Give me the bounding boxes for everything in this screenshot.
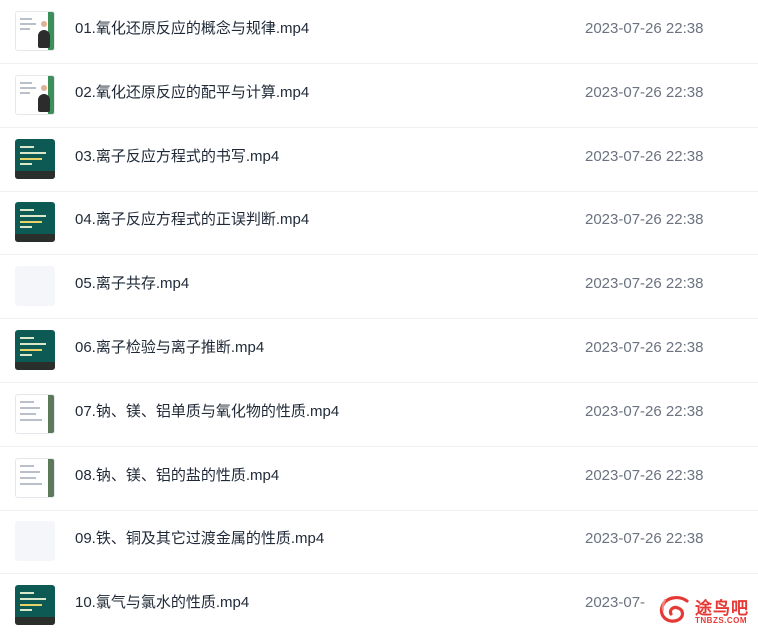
file-row[interactable]: 07.钠、镁、铝单质与氧化物的性质.mp4 2023-07-26 22:38 [0, 383, 758, 447]
file-name[interactable]: 03.离子反应方程式的书写.mp4 [75, 147, 279, 167]
file-modified-time: 2023-07-26 22:38 [585, 20, 704, 37]
watermark-subtitle: TNBZS.COM [695, 616, 748, 625]
video-thumbnail[interactable] [15, 11, 55, 51]
video-thumbnail[interactable] [15, 266, 55, 306]
file-name[interactable]: 09.铁、铜及其它过渡金属的性质.mp4 [75, 529, 324, 549]
file-name[interactable]: 05.离子共存.mp4 [75, 274, 189, 294]
video-thumbnail[interactable] [15, 521, 55, 561]
file-modified-time: 2023-07-26 22:38 [585, 275, 704, 292]
file-modified-time: 2023-07-26 22:38 [585, 211, 704, 228]
file-row[interactable]: 05.离子共存.mp4 2023-07-26 22:38 [0, 255, 758, 319]
file-row[interactable]: 02.氧化还原反应的配平与计算.mp4 2023-07-26 22:38 [0, 64, 758, 128]
video-thumbnail[interactable] [15, 202, 55, 242]
file-row[interactable]: 09.铁、铜及其它过渡金属的性质.mp4 2023-07-26 22:38 [0, 510, 758, 574]
file-name[interactable]: 07.钠、镁、铝单质与氧化物的性质.mp4 [75, 402, 339, 422]
file-name[interactable]: 04.离子反应方程式的正误判断.mp4 [75, 210, 309, 230]
file-modified-time: 2023-07-26 22:38 [585, 530, 704, 547]
file-row[interactable]: 08.钠、镁、铝的盐的性质.mp4 2023-07-26 22:38 [0, 447, 758, 511]
video-thumbnail[interactable] [15, 585, 55, 625]
file-name[interactable]: 08.钠、镁、铝的盐的性质.mp4 [75, 466, 279, 486]
file-name[interactable]: 02.氧化还原反应的配平与计算.mp4 [75, 83, 309, 103]
file-row[interactable]: 06.离子检验与离子推断.mp4 2023-07-26 22:38 [0, 319, 758, 383]
file-row[interactable]: 10.氯气与氯水的性质.mp4 2023-07- [0, 574, 758, 632]
file-modified-time: 2023-07-26 22:38 [585, 467, 704, 484]
video-thumbnail[interactable] [15, 330, 55, 370]
file-list: 01.氧化还原反应的概念与规律.mp4 2023-07-26 22:38 02.氧化… [0, 0, 758, 632]
watermark-logo: 途鸟吧 TNBZS.COM [655, 591, 753, 629]
file-modified-time: 2023-07-26 22:38 [585, 339, 704, 356]
file-modified-time: 2023-07- [585, 594, 646, 611]
video-thumbnail[interactable] [15, 139, 55, 179]
file-row[interactable]: 01.氧化还原反应的概念与规律.mp4 2023-07-26 22:38 [0, 0, 758, 64]
file-name[interactable]: 10.氯气与氯水的性质.mp4 [75, 593, 249, 613]
file-row[interactable]: 04.离子反应方程式的正误判断.mp4 2023-07-26 22:38 [0, 191, 758, 255]
file-modified-time: 2023-07-26 22:38 [585, 84, 704, 101]
file-modified-time: 2023-07-26 22:38 [585, 148, 704, 165]
swirl-logo-icon [659, 596, 689, 623]
file-row[interactable]: 03.离子反应方程式的书写.mp4 2023-07-26 22:38 [0, 128, 758, 192]
video-thumbnail[interactable] [15, 458, 55, 498]
video-thumbnail[interactable] [15, 394, 55, 434]
file-modified-time: 2023-07-26 22:38 [585, 403, 704, 420]
file-name[interactable]: 06.离子检验与离子推断.mp4 [75, 338, 264, 358]
file-name[interactable]: 01.氧化还原反应的概念与规律.mp4 [75, 19, 309, 39]
video-thumbnail[interactable] [15, 75, 55, 115]
